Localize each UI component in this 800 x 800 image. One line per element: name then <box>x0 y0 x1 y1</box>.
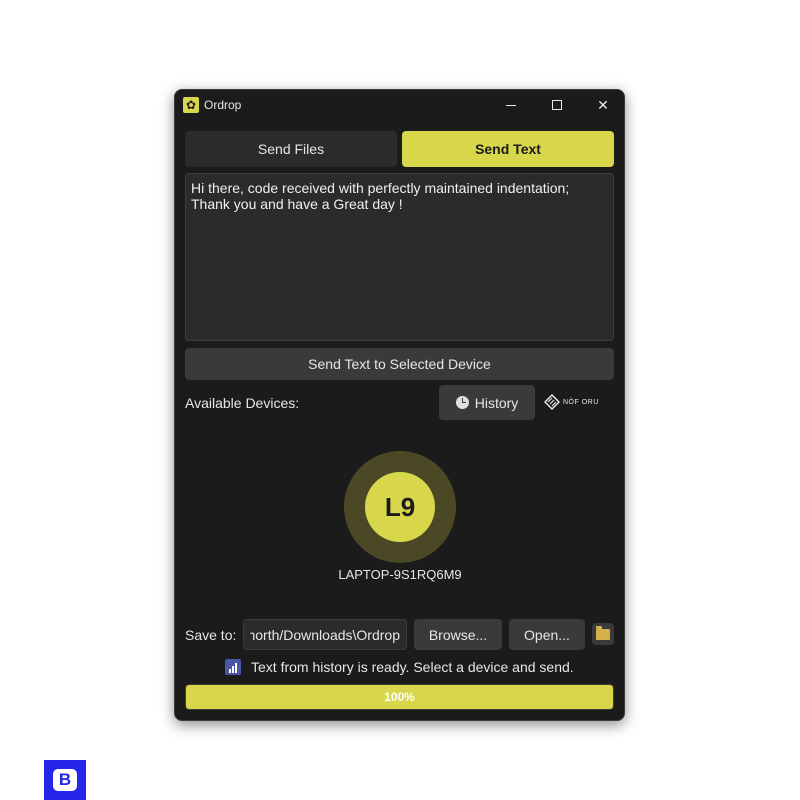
taskbar-app-button[interactable]: B <box>44 760 86 800</box>
tab-send-files[interactable]: Send Files <box>185 131 397 167</box>
open-button[interactable]: Open... <box>509 619 585 650</box>
minimize-icon <box>506 104 516 106</box>
status-bar: Text from history is ready. Select a dev… <box>225 659 574 675</box>
close-button[interactable]: ✕ <box>580 90 624 120</box>
device-item[interactable]: L9 LAPTOP-9S1RQ6M9 <box>330 451 470 582</box>
progress-label: 100% <box>384 690 415 704</box>
open-label: Open... <box>524 626 570 643</box>
status-text: Text from history is ready. Select a dev… <box>251 659 574 675</box>
browse-button[interactable]: Browse... <box>414 619 502 650</box>
clock-icon <box>455 396 469 409</box>
save-to-label: Save to: <box>185 627 237 643</box>
gear-icon: ✿ <box>183 97 199 113</box>
maximize-button[interactable] <box>534 90 580 120</box>
history-button[interactable]: History <box>439 385 535 420</box>
app-window: ✿ Ordrop ✕ Send Files Send Text Hi there… <box>174 89 625 721</box>
send-text-button[interactable]: Send Text to Selected Device <box>185 348 614 380</box>
title-bar[interactable]: ✿ Ordrop ✕ <box>175 90 624 120</box>
folder-icon <box>596 625 610 640</box>
open-folder-button[interactable] <box>592 623 614 645</box>
send-text-label: Send Text to Selected Device <box>308 356 491 372</box>
close-icon: ✕ <box>597 96 609 113</box>
brand-mark-icon <box>544 394 560 410</box>
brand-logo-text: NÖF ORU <box>563 398 599 406</box>
device-avatar-ring[interactable]: L9 <box>344 451 456 563</box>
available-devices-label: Available Devices: <box>185 395 300 411</box>
history-label: History <box>474 394 519 411</box>
app-b-icon: B <box>53 769 77 791</box>
message-textarea[interactable]: Hi there, code received with perfectly m… <box>185 173 614 341</box>
device-avatar[interactable]: L9 <box>365 472 435 542</box>
tab-label: Send Files <box>257 141 325 157</box>
maximize-icon <box>552 100 562 110</box>
device-initials: L9 <box>384 491 416 522</box>
window-title: Ordrop <box>204 98 242 112</box>
save-path-input[interactable] <box>243 619 407 650</box>
tab-label: Send Text <box>475 141 541 157</box>
minimize-button[interactable] <box>488 90 534 120</box>
device-name: LAPTOP-9S1RQ6M9 <box>338 567 462 582</box>
brand-logo: NÖF ORU <box>544 393 612 411</box>
tab-send-text[interactable]: Send Text <box>402 131 614 167</box>
browse-label: Browse... <box>428 626 488 643</box>
signal-icon <box>225 659 241 675</box>
progress-bar: 100% <box>185 684 614 710</box>
